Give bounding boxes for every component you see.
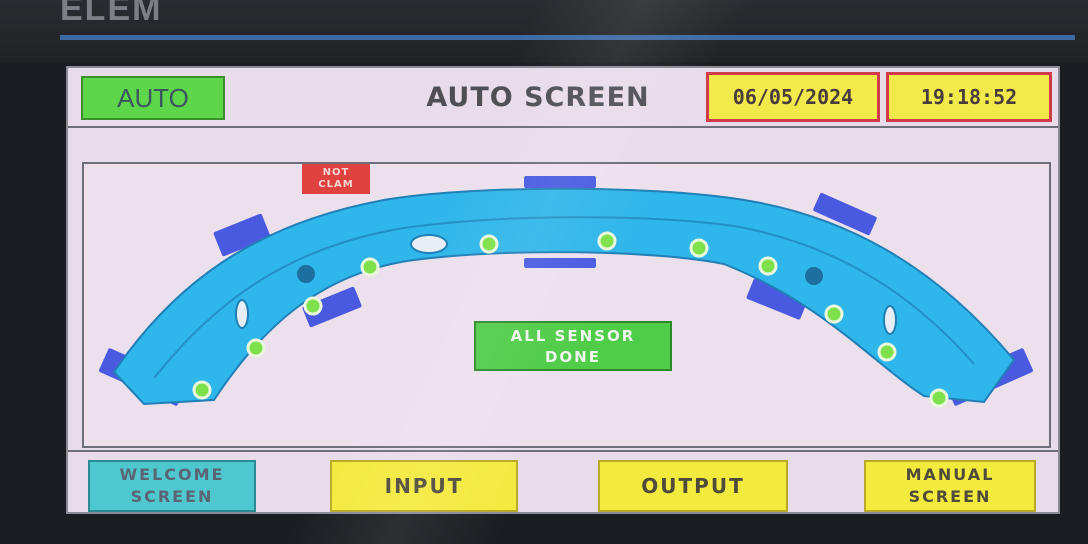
part-slot: [883, 305, 897, 335]
hmi-screen: AUTO AUTO SCREEN 06/05/2024 19:18:52 NOT…: [66, 66, 1060, 514]
sensor-indicator: [303, 296, 323, 316]
sensor-indicator: [877, 342, 897, 362]
header-bar: AUTO AUTO SCREEN 06/05/2024 19:18:52: [68, 68, 1058, 128]
clamp-block: [524, 176, 596, 188]
input-button[interactable]: INPUT: [330, 460, 518, 512]
fixture-diagram: [99, 176, 1033, 408]
date-display: 06/05/2024: [706, 72, 880, 122]
sensor-indicator: [192, 380, 212, 400]
sensor-status-indicator: ALL SENSOR DONE: [474, 321, 672, 371]
clamp-block: [524, 258, 596, 268]
brand-logo: ELEM: [60, 0, 163, 28]
clamp-status-badge: NOT CLAM: [302, 164, 370, 194]
sensor-indicator: [479, 234, 499, 254]
page-title: AUTO SCREEN: [426, 82, 650, 113]
manual-button-line1: MANUAL: [905, 465, 995, 484]
sensor-indicator: [929, 388, 949, 408]
part-hole: [410, 234, 448, 254]
sensor-status-line2: DONE: [544, 348, 601, 366]
brand-divider: [60, 35, 1075, 40]
welcome-screen-button[interactable]: WELCOME SCREEN: [88, 460, 256, 512]
time-display: 19:18:52: [886, 72, 1052, 122]
welcome-button-line1: WELCOME: [119, 465, 225, 484]
sensor-status-line1: ALL SENSOR: [510, 327, 636, 345]
part-view-panel: NOT CLAM ALL SENSOR DONE: [82, 162, 1051, 448]
sensor-indicator: [758, 256, 778, 276]
output-button[interactable]: OUTPUT: [598, 460, 788, 512]
sensor-indicator: [597, 231, 617, 251]
sensor-indicator: [824, 304, 844, 324]
part-slot: [235, 299, 249, 329]
welcome-button-line2: SCREEN: [130, 487, 214, 506]
sensor-indicator: [689, 238, 709, 258]
clamp-status-line1: NOT: [322, 167, 350, 178]
manual-button-line2: SCREEN: [908, 487, 992, 506]
navigation-bar: WELCOME SCREEN INPUT OUTPUT MANUAL SCREE…: [68, 450, 1058, 514]
hmi-bezel-top: ELEM: [0, 0, 1088, 62]
manual-screen-button[interactable]: MANUAL SCREEN: [864, 460, 1036, 512]
part-boss: [805, 267, 823, 285]
sensor-indicator: [360, 257, 380, 277]
part-boss: [297, 265, 315, 283]
clamp-status-line2: CLAM: [318, 179, 354, 190]
sensor-indicator: [246, 338, 266, 358]
mode-badge: AUTO: [81, 76, 225, 120]
